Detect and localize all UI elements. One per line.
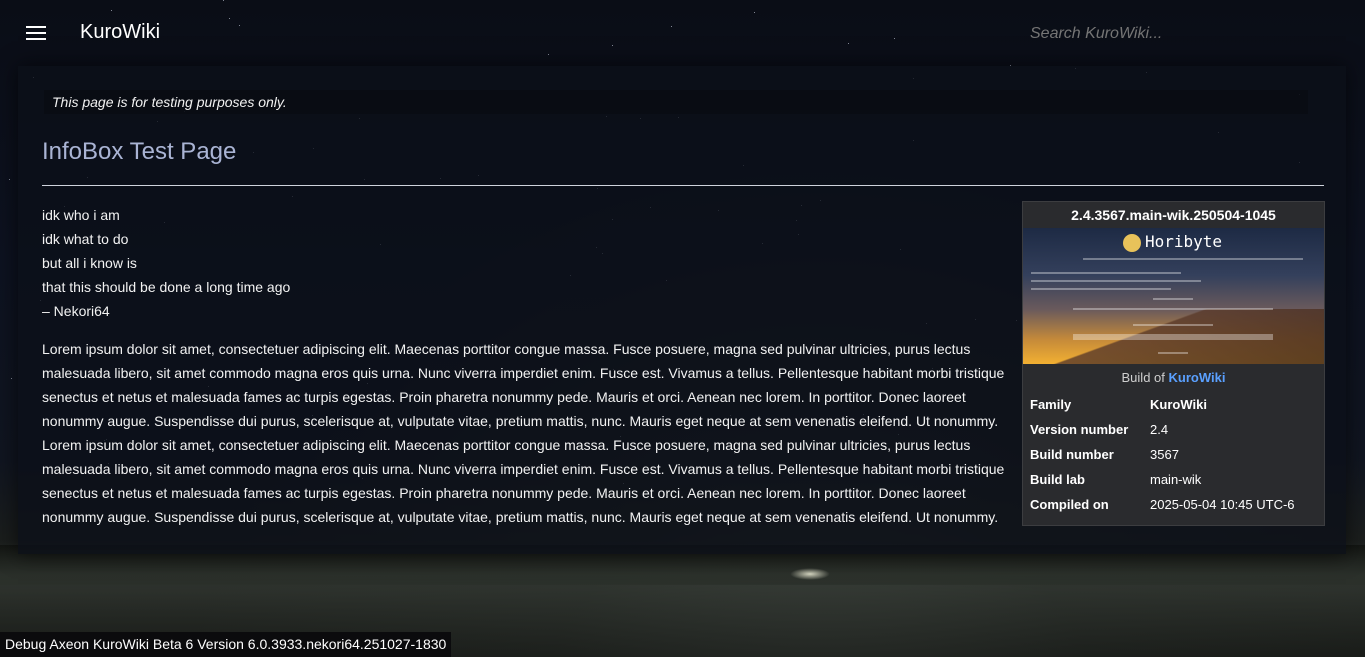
text-line	[1031, 280, 1201, 282]
infobox-row: Build lab main-wik	[1023, 467, 1324, 492]
infobox-caption: Build of KuroWiki	[1023, 364, 1324, 392]
horibyte-logo: Horibyte	[1123, 232, 1222, 252]
infobox-rows: Family KuroWiki Version number 2.4 Build…	[1023, 392, 1324, 517]
text-line	[1133, 324, 1213, 326]
debug-bar: Debug Axeon KuroWiki Beta 6 Version 6.0.…	[0, 632, 452, 657]
text-line	[1073, 308, 1273, 310]
row-key: Build number	[1030, 447, 1114, 462]
mascot-icon	[1123, 233, 1141, 252]
text-line	[1153, 298, 1193, 300]
text-line	[1031, 272, 1181, 274]
nav-line	[1083, 258, 1303, 260]
poem-line: idk what to do	[42, 231, 129, 247]
caption-link[interactable]: KuroWiki	[1169, 370, 1226, 385]
poem: idk who i am idk what to do but all i kn…	[42, 203, 290, 323]
poem-line: idk who i am	[42, 207, 120, 223]
infobox-row: Version number 2.4	[1023, 417, 1324, 442]
row-key: Compiled on	[1030, 497, 1109, 512]
row-value-link[interactable]: KuroWiki	[1150, 392, 1207, 417]
star	[11, 378, 12, 379]
content-panel: This page is for testing purposes only. …	[18, 66, 1346, 554]
row-key: Build lab	[1030, 472, 1085, 487]
menu-icon[interactable]	[26, 26, 46, 40]
infobox-row: Family KuroWiki	[1023, 392, 1324, 417]
infobox-screenshot[interactable]: Horibyte	[1023, 228, 1324, 364]
row-value: 2025-05-04 10:45 UTC-6	[1150, 497, 1295, 512]
row-key: Version number	[1030, 422, 1129, 437]
row-value: 2.4	[1150, 422, 1169, 437]
row-value: 3567	[1150, 447, 1179, 462]
poem-line: that this should be done a long time ago	[42, 279, 291, 295]
page-title: InfoBox Test Page	[42, 138, 237, 165]
poem-line: but all i know is	[42, 255, 137, 271]
text-line	[1158, 352, 1188, 354]
row-key: Family	[1030, 397, 1072, 412]
site-title[interactable]: KuroWiki	[80, 21, 160, 44]
row-value: main-wik	[1150, 472, 1202, 487]
search-input[interactable]	[1030, 22, 1330, 46]
test-notice: This page is for testing purposes only.	[44, 90, 1308, 114]
star	[9, 179, 10, 180]
text-line	[1031, 288, 1171, 290]
infobox: 2.4.3567.main-wik.250504-1045 Horibyte B…	[1022, 201, 1325, 526]
logo-text: Horibyte	[1145, 232, 1223, 251]
infobox-row: Build number 3567	[1023, 442, 1324, 467]
top-bar: KuroWiki	[0, 0, 1365, 66]
caption-prefix: Build of	[1121, 370, 1165, 385]
infobox-title: 2.4.3567.main-wik.250504-1045	[1071, 207, 1276, 223]
buttons-line	[1073, 334, 1273, 340]
poem-line: – Nekori64	[42, 303, 110, 319]
title-divider	[42, 185, 1324, 186]
infobox-row: Compiled on 2025-05-04 10:45 UTC-6	[1023, 492, 1324, 517]
body-paragraph: Lorem ipsum dolor sit amet, consectetuer…	[42, 341, 1005, 525]
cabin-light	[790, 568, 830, 580]
